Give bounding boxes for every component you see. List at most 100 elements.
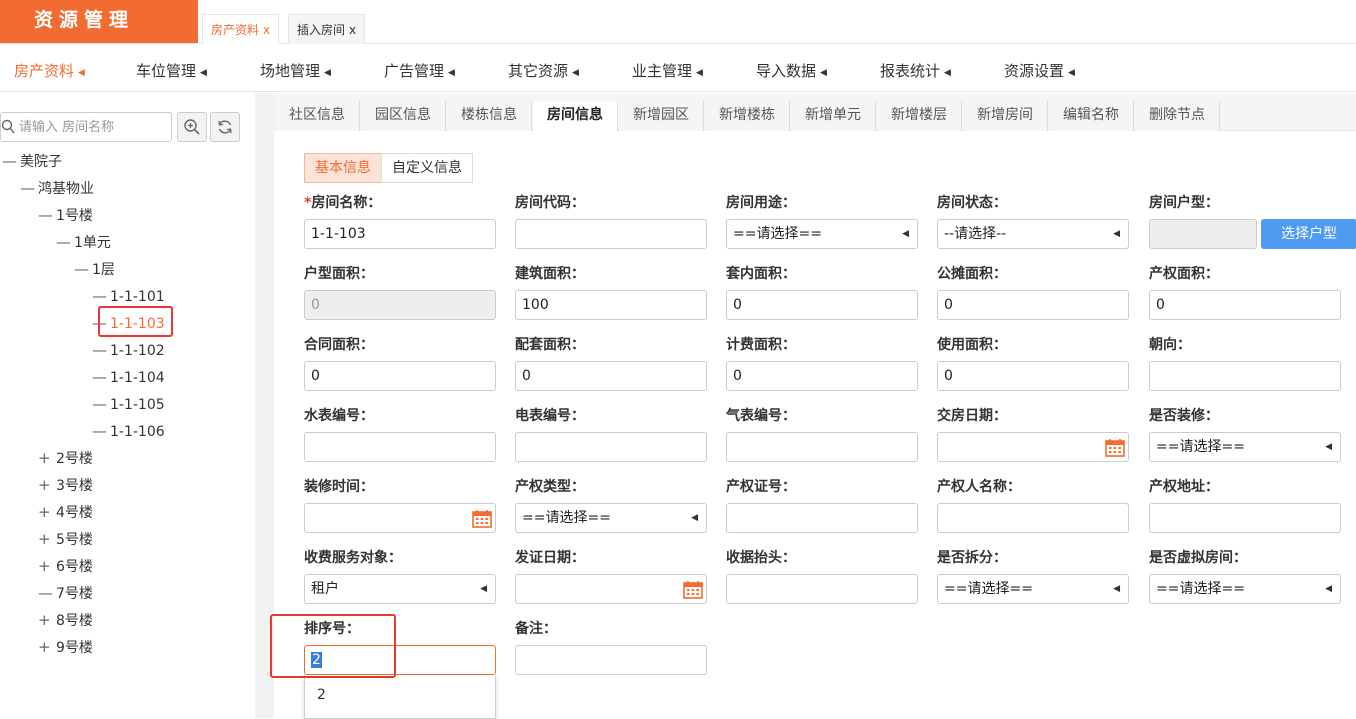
- caret-left-icon: ◀: [1325, 442, 1332, 452]
- close-icon[interactable]: x: [263, 23, 270, 37]
- page-tab-property[interactable]: 房产资料 x: [202, 14, 280, 44]
- autocomplete-option[interactable]: 2: [305, 675, 495, 715]
- service-obj-select[interactable]: 租户 ◀: [304, 574, 496, 604]
- collapse-icon[interactable]: —: [2, 150, 20, 172]
- water-meter-input[interactable]: [304, 432, 496, 462]
- virtual-room-select[interactable]: ==请选择== ◀: [1149, 574, 1341, 604]
- contract-area-input[interactable]: 0: [304, 361, 496, 391]
- collapse-icon[interactable]: —: [38, 204, 56, 226]
- tab-delete-node[interactable]: 删除节点: [1135, 101, 1220, 131]
- menu-item-property[interactable]: 房产资料 ◀: [14, 44, 85, 92]
- room-code-input[interactable]: [515, 219, 707, 249]
- inner-area-input[interactable]: 0: [726, 290, 918, 320]
- split-select[interactable]: ==请选择== ◀: [937, 574, 1129, 604]
- tree-node[interactable]: — 美院子: [2, 150, 62, 172]
- tree-node[interactable]: +8号楼: [38, 609, 93, 631]
- collapse-icon[interactable]: —: [56, 231, 74, 253]
- prop-area-input[interactable]: 0: [1149, 290, 1341, 320]
- collapse-icon[interactable]: —: [74, 258, 92, 280]
- menu-item-reports[interactable]: 报表统计 ◀: [880, 44, 951, 92]
- expand-icon[interactable]: +: [38, 609, 56, 631]
- tab-add-unit[interactable]: 新增单元: [791, 101, 876, 131]
- use-area-input[interactable]: 0: [937, 361, 1129, 391]
- receipt-head-input[interactable]: [726, 574, 918, 604]
- tree-node[interactable]: —7号楼: [38, 582, 93, 604]
- tab-park[interactable]: 园区信息: [361, 101, 446, 131]
- tab-building[interactable]: 楼栋信息: [447, 101, 532, 131]
- label-text: 房间名称：: [311, 195, 382, 211]
- share-area-input[interactable]: 0: [937, 290, 1129, 320]
- calendar-icon[interactable]: [683, 580, 703, 599]
- close-icon[interactable]: x: [349, 23, 356, 37]
- tree-node[interactable]: —1单元: [56, 231, 111, 253]
- refresh-button[interactable]: [210, 112, 240, 142]
- expand-icon[interactable]: +: [38, 474, 56, 496]
- tree-node[interactable]: +4号楼: [38, 501, 93, 523]
- gas-meter-input[interactable]: [726, 432, 918, 462]
- tree-node[interactable]: +5号楼: [38, 528, 93, 550]
- calendar-icon[interactable]: [1105, 438, 1125, 457]
- caret-left-icon: ◀: [324, 68, 331, 78]
- expand-icon[interactable]: +: [38, 636, 56, 658]
- expand-icon[interactable]: +: [38, 501, 56, 523]
- orientation-input[interactable]: [1149, 361, 1341, 391]
- tree-node[interactable]: —1层: [74, 258, 115, 280]
- fee-area-input[interactable]: 0: [726, 361, 918, 391]
- tab-edit-name[interactable]: 编辑名称: [1049, 101, 1134, 131]
- tree-node[interactable]: — 鸿基物业: [20, 177, 94, 199]
- room-search: [0, 112, 172, 142]
- decor-time-input[interactable]: [304, 503, 496, 533]
- prop-type-select[interactable]: ==请选择== ◀: [515, 503, 707, 533]
- menu-item-parking[interactable]: 车位管理 ◀: [136, 44, 207, 92]
- select-room-type-button[interactable]: 选择户型: [1261, 219, 1356, 249]
- tab-community[interactable]: 社区信息: [275, 101, 360, 131]
- basic-info-tab[interactable]: 基本信息: [304, 153, 382, 183]
- menu-item-owner[interactable]: 业主管理 ◀: [632, 44, 703, 92]
- tree-node[interactable]: +9号楼: [38, 636, 93, 658]
- custom-info-tab[interactable]: 自定义信息: [381, 153, 473, 183]
- tree-node[interactable]: —1-1-101: [92, 285, 165, 307]
- tree-node[interactable]: +2号楼: [38, 447, 93, 469]
- menu-item-ads[interactable]: 广告管理 ◀: [384, 44, 455, 92]
- menu-item-import[interactable]: 导入数据 ◀: [756, 44, 827, 92]
- prop-cert-input[interactable]: [726, 503, 918, 533]
- decorated-select[interactable]: ==请选择== ◀: [1149, 432, 1341, 462]
- room-search-input[interactable]: [19, 113, 169, 141]
- room-name-input[interactable]: 1-1-103: [304, 219, 496, 249]
- tree-node[interactable]: —1-1-105: [92, 393, 165, 415]
- tab-add-floor[interactable]: 新增楼层: [877, 101, 962, 131]
- tab-add-room[interactable]: 新增房间: [963, 101, 1048, 131]
- support-area-input[interactable]: 0: [515, 361, 707, 391]
- menu-label: 导入数据: [756, 62, 817, 80]
- tree-node-label: 1层: [92, 262, 115, 278]
- remark-input[interactable]: [515, 645, 707, 675]
- zoom-search-button[interactable]: [177, 112, 207, 142]
- tab-add-building[interactable]: 新增楼栋: [705, 101, 790, 131]
- expand-icon[interactable]: +: [38, 555, 56, 577]
- tree-node[interactable]: —1-1-104: [92, 366, 165, 388]
- prop-addr-input[interactable]: [1149, 503, 1341, 533]
- elec-meter-input[interactable]: [515, 432, 707, 462]
- tree-node[interactable]: —1号楼: [38, 204, 93, 226]
- menu-item-settings[interactable]: 资源设置 ◀: [1004, 44, 1075, 92]
- delivery-date-input[interactable]: [937, 432, 1129, 462]
- room-status-select[interactable]: --请选择-- ◀: [937, 219, 1129, 249]
- menu-item-venue[interactable]: 场地管理 ◀: [260, 44, 331, 92]
- tree-node[interactable]: —1-1-106: [92, 420, 165, 442]
- expand-icon[interactable]: +: [38, 528, 56, 550]
- tree-node[interactable]: —1-1-102: [92, 339, 165, 361]
- build-area-input[interactable]: 100: [515, 290, 707, 320]
- tree-node[interactable]: +3号楼: [38, 474, 93, 496]
- tab-add-park[interactable]: 新增园区: [619, 101, 704, 131]
- prop-owner-input[interactable]: [937, 503, 1129, 533]
- cert-date-input[interactable]: [515, 574, 707, 604]
- collapse-icon[interactable]: —: [20, 177, 38, 199]
- page-tab-insert-room[interactable]: 插入房间 x: [288, 14, 366, 44]
- calendar-icon[interactable]: [472, 509, 492, 528]
- menu-item-other[interactable]: 其它资源 ◀: [508, 44, 579, 92]
- select-value: --请选择--: [944, 226, 1007, 242]
- expand-icon[interactable]: +: [38, 447, 56, 469]
- tab-room[interactable]: 房间信息: [533, 101, 618, 131]
- tree-node[interactable]: +6号楼: [38, 555, 93, 577]
- room-use-select[interactable]: ==请选择== ◀: [726, 219, 918, 249]
